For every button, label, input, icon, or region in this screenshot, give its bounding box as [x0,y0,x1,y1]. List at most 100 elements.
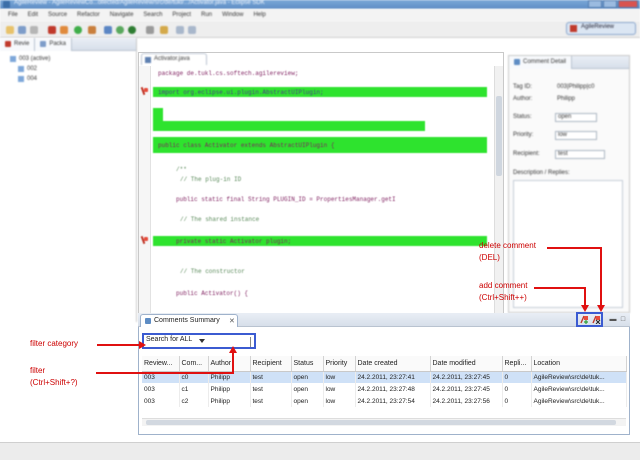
tab-activator-java[interactable]: Activator.java [141,53,207,65]
table-cell: test [250,395,292,407]
tag-id-value: 003|Philipp|c0 [557,84,595,90]
code-line: private static Activator plugin; [176,238,292,245]
search-icon[interactable] [160,26,168,34]
column-header[interactable]: Date created [355,356,431,372]
table-cell: 24.2.2011, 23:27:54 [355,395,431,407]
view-actions-callout [576,312,603,327]
comment-marker-icon[interactable] [141,236,148,244]
maximize-view-icon[interactable]: □ [618,315,628,325]
external-tools-icon[interactable] [88,26,96,34]
column-header[interactable]: Com... [179,356,209,372]
bottom-view-tabs: Comments Summary ✕ ▬ □ [138,313,630,327]
table-cell: 24.2.2011, 23:27:45 [430,371,503,383]
chevron-down-icon[interactable] [199,339,205,343]
new-package-icon[interactable] [116,26,124,34]
column-header[interactable]: Location [531,356,627,372]
menu-edit[interactable]: Edit [28,12,38,18]
tag-id-label: Tag ID: [513,84,533,90]
menu-help[interactable]: Help [253,12,265,18]
arrow-head-icon [597,305,605,312]
author-label: Author: [513,96,533,102]
comment-marker-icon[interactable] [141,87,148,95]
column-header[interactable]: Review... [142,356,180,372]
package-icon [40,41,47,47]
folder-icon [18,66,24,72]
forward-icon[interactable] [188,26,196,34]
arrow-line [97,344,141,346]
agilereview-icon[interactable] [48,26,56,34]
left-pane-tabs: Revie Packa [0,37,136,51]
back-icon[interactable] [176,26,184,34]
code-line: public static final String PLUGIN_ID = P… [176,196,396,203]
code-line: package de.tukl.cs.softech.agilereview; [158,70,299,77]
tab-comments-summary[interactable]: Comments Summary ✕ [140,314,238,327]
new-icon[interactable] [6,26,14,34]
menu-file[interactable]: File [8,12,18,18]
code-line: import org.eclipse.ui.plugin.AbstractUIP… [158,89,324,96]
recipient-field[interactable]: test [555,150,605,159]
column-header[interactable]: Date modified [430,356,503,372]
column-header[interactable]: Author [208,356,251,372]
left-pane: Revie Packa 003 (active) 002 004 [0,37,137,322]
debug-icon[interactable] [60,26,68,34]
column-header[interactable]: Status [291,356,324,372]
menu-source[interactable]: Source [48,12,67,18]
editor-scrollbar[interactable] [494,66,503,314]
menu-navigate[interactable]: Navigate [110,12,134,18]
minimize-button[interactable] [588,0,602,8]
folder-icon [18,76,24,82]
tab-package-explorer[interactable]: Packa [35,37,73,51]
filter-category-select[interactable]: Search for ALL [146,336,192,343]
save-icon[interactable] [18,26,26,34]
table-cell: AgileReview\src\de\tuk... [531,395,627,407]
menu-run[interactable]: Run [201,12,212,18]
tree-item-label: 004 [27,76,38,82]
scroll-thumb[interactable] [146,420,616,425]
column-header[interactable]: Repli... [502,356,532,372]
status-select[interactable]: open [555,113,597,122]
code-line: // The plug-in ID [180,176,242,183]
editor-gutter[interactable] [139,66,151,313]
table-cell: open [291,383,324,395]
print-icon[interactable] [30,26,38,34]
column-header[interactable]: Recipient [250,356,292,372]
column-header[interactable]: Priority [323,356,356,372]
tab-comment-detail[interactable]: Comment Detail [509,55,573,69]
tree-item-003[interactable]: 003 (active) [10,56,50,62]
app-icon [3,1,10,8]
arrow-line [584,287,586,305]
annotation-delete-comment: delete comment [479,241,536,250]
close-window-button[interactable] [618,0,638,8]
comments-summary-tab-label: Comments Summary [154,317,220,324]
tree-item-002[interactable]: 002 [18,66,37,72]
annotation-filter-shortcut: (Ctrl+Shift+?) [30,378,78,387]
scroll-thumb[interactable] [496,96,502,176]
open-type-icon[interactable] [146,26,154,34]
detail-icon [514,59,520,65]
arrow-line [547,247,602,249]
new-java-project-icon[interactable] [104,26,112,34]
tab-label: Comment Detail [523,59,567,65]
menu-search[interactable]: Search [143,12,162,18]
minimize-view-icon[interactable]: ▬ [608,315,618,325]
table-row[interactable]: 003 c1 Philipp test open low 24.2.2011, … [142,383,627,395]
table-horizontal-scrollbar[interactable] [142,418,626,426]
tree-item-label: 002 [27,66,38,72]
perspective-switcher[interactable]: AgileReview [566,22,636,35]
maximize-button[interactable] [603,0,617,8]
comments-icon [145,318,151,324]
table-row[interactable]: 003 c2 Philipp test open low 24.2.2011, … [142,395,627,407]
priority-select[interactable]: low [555,131,597,140]
priority-label: Priority: [513,132,534,138]
tree-item-004[interactable]: 004 [18,76,37,82]
menu-refactor[interactable]: Refactor [77,12,100,18]
annotation-filter-category: filter category [30,339,79,348]
tab-review-explorer[interactable]: Revie [0,37,36,51]
filter-text-field[interactable] [250,337,254,347]
close-tab-icon[interactable]: ✕ [229,317,235,325]
run-icon[interactable] [74,26,82,34]
java-file-icon [145,57,151,63]
new-class-icon[interactable] [128,26,136,34]
menu-window[interactable]: Window [222,12,243,18]
menu-project[interactable]: Project [172,12,191,18]
